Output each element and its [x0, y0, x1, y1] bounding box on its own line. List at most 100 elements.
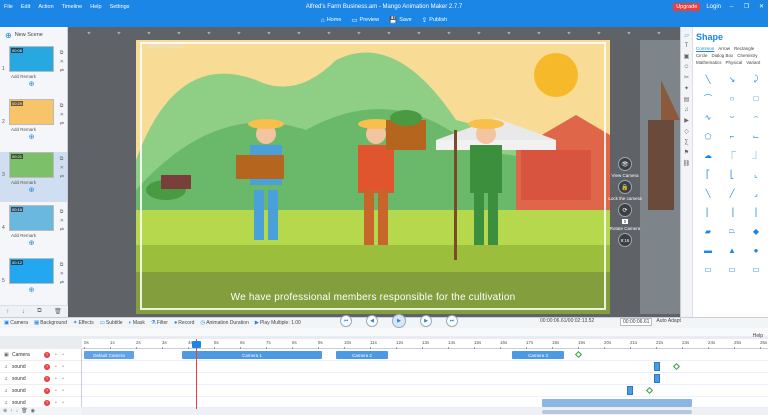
polygon-shape[interactable]: ⬠	[698, 128, 718, 144]
scene-remark[interactable]: Add Remark	[9, 233, 67, 238]
scene-thumbnail[interactable]: 00:06	[9, 46, 54, 72]
transition-icon[interactable]: ⇄	[60, 174, 64, 180]
camera-clip[interactable]: Camera 1	[182, 351, 322, 359]
menu-file[interactable]: File	[4, 4, 13, 10]
scene-item[interactable]: 2 00:29 Add Remark ⊕ ⧉ ✕ ⇄	[0, 99, 67, 149]
diamond-shape[interactable]: ◆	[746, 223, 766, 239]
transition-icon[interactable]: ⇄	[60, 227, 64, 233]
cloud-shape[interactable]: ☁	[698, 147, 718, 163]
curve-shape[interactable]: ⌒	[698, 90, 718, 106]
view-camera-icon[interactable]: 👁	[618, 157, 632, 171]
menu-help[interactable]: Help	[90, 4, 101, 10]
effects-tool[interactable]: ✦ Effects	[73, 320, 94, 326]
connector-shape[interactable]: ⎾	[722, 147, 742, 163]
login-button[interactable]: Login	[706, 4, 721, 10]
add-track-icon[interactable]: ⊕	[3, 408, 7, 414]
subtitle-tool[interactable]: ▭ Subtitle	[100, 320, 123, 326]
menu-timeline[interactable]: Timeline	[62, 4, 83, 10]
scene-delete-icon[interactable]: 🗑	[54, 308, 62, 315]
scene-thumbnail[interactable]: 00:16	[9, 205, 54, 231]
scene-thumbnail[interactable]: 00:21	[9, 152, 54, 178]
flag-icon[interactable]: ⚑	[684, 149, 689, 156]
step-back-icon[interactable]: ◀	[366, 315, 378, 327]
tab-chemistry[interactable]: Chemistry	[737, 53, 757, 58]
help-icon[interactable]: ?	[44, 375, 50, 382]
add-scene-icon[interactable]: ⊕	[9, 80, 54, 88]
track-options-icon[interactable]: • •	[55, 352, 66, 358]
track-options-icon[interactable]: • •	[55, 400, 66, 406]
connector-shape[interactable]: ⎡	[698, 166, 718, 182]
scene-stage[interactable]: We have professional members responsible…	[136, 40, 610, 314]
aspect-ratio-button[interactable]: 9:16	[618, 233, 632, 247]
default-camera-clip[interactable]: Default Camera	[84, 351, 134, 359]
scene-item[interactable]: 1 00:06 Add Remark ⊕ ⧉ ✕ ⇄	[0, 46, 67, 96]
sound-clip[interactable]	[654, 374, 660, 383]
bracket-shape[interactable]: ⎥	[722, 204, 742, 220]
sound-clip[interactable]	[627, 386, 633, 395]
scene-remark[interactable]: Add Remark	[9, 127, 67, 132]
delete-icon[interactable]: ✕	[60, 112, 64, 118]
prop-icon[interactable]: ✂	[684, 74, 689, 81]
new-scene-button[interactable]: ⊕ New Scene	[0, 27, 67, 43]
delete-icon[interactable]: ✕	[60, 271, 64, 277]
rectangle-shape[interactable]: ▭	[746, 261, 766, 277]
delete-track-icon[interactable]: 🗑	[21, 408, 27, 414]
camera-clip[interactable]: Camera 3	[512, 351, 564, 359]
auto-adapt-button[interactable]: Auto Adapt	[656, 318, 680, 326]
delete-icon[interactable]: ✕	[60, 59, 64, 65]
scene-remark[interactable]: Add Remark	[9, 74, 67, 79]
save-button[interactable]: 💾 Save	[389, 16, 412, 24]
transition-icon[interactable]: ⇄	[60, 121, 64, 127]
help-icon[interactable]: ?	[44, 351, 50, 358]
scene-thumbnail[interactable]: 00:29	[9, 99, 54, 125]
background-tool[interactable]: ▦ Background	[34, 320, 67, 326]
triangle-shape[interactable]: ▲	[722, 242, 742, 258]
chart-icon[interactable]: ▤	[684, 96, 690, 103]
add-scene-icon[interactable]: ⊕	[9, 286, 54, 294]
tab-dialog-box[interactable]: Dialog Box	[712, 53, 734, 58]
scene-copy-icon[interactable]: ⧉	[37, 308, 41, 315]
sound-clip[interactable]	[654, 362, 660, 371]
rectangle-shape[interactable]: ▭	[698, 261, 718, 277]
close-icon[interactable]: ✕	[757, 3, 766, 10]
track-options-icon[interactable]: • •	[55, 388, 66, 394]
scrollbar-thumb[interactable]	[542, 410, 692, 414]
scene-down-icon[interactable]: ↓	[22, 309, 25, 315]
arrow-shape[interactable]: ⤸	[746, 71, 766, 87]
bracket-shape[interactable]: ⎢	[698, 204, 718, 220]
copy-icon[interactable]: ⧉	[60, 156, 64, 162]
scene-item[interactable]: 3 00:21 Add Remark ⊕ ⧉ ✕ ⇄	[0, 152, 67, 202]
upgrade-button[interactable]: Upgrade	[673, 2, 701, 11]
move-up-icon[interactable]: ↑	[10, 408, 13, 414]
curve-shape[interactable]: ⌢	[746, 109, 766, 125]
connector-shape[interactable]: ⏌	[746, 147, 766, 163]
tab-mathematics[interactable]: Mathematics	[696, 60, 722, 65]
play-multiple-tool[interactable]: ▶ Play Multiple: 1.00	[255, 320, 301, 326]
rectangle-shape[interactable]: ▬	[698, 242, 718, 258]
maximize-icon[interactable]: ❐	[742, 3, 751, 10]
circle-shape[interactable]: ○	[722, 90, 742, 106]
scene-up-icon[interactable]: ↑	[6, 309, 9, 315]
play-icon[interactable]: ▶	[392, 314, 406, 328]
copy-icon[interactable]: ⧉	[60, 262, 64, 268]
scene-remark[interactable]: Add Remark	[9, 180, 67, 185]
timeline-ruler[interactable]: 0s 1s 2s 3s 4s 5s 6s 7s 8s 9s 10s 11s 12s 13s 14s 15s 16…	[82, 339, 768, 350]
home-button[interactable]: ⌂ Home	[321, 17, 342, 24]
copy-icon[interactable]: ⧉	[60, 50, 64, 56]
tab-circle[interactable]: Circle	[696, 53, 708, 58]
shape-icon[interactable]: ▱	[684, 32, 689, 39]
move-down-icon[interactable]: ↓	[16, 408, 19, 414]
add-scene-icon[interactable]: ⊕	[9, 239, 54, 247]
link-icon[interactable]: ⛓	[683, 160, 691, 167]
playhead-handle[interactable]	[192, 341, 201, 348]
scene-item[interactable]: 5 00:12 ⊕ ⧉ ✕ ⇄	[0, 258, 67, 308]
keyframe-icon[interactable]	[574, 350, 583, 359]
delete-icon[interactable]: ✕	[60, 165, 64, 171]
bracket-shape[interactable]: ⎪	[746, 204, 766, 220]
bracket-shape[interactable]: ⌐	[722, 128, 742, 144]
menu-action[interactable]: Action	[38, 4, 53, 10]
circle-shape[interactable]: ●	[746, 242, 766, 258]
track-options-icon[interactable]: • •	[55, 376, 66, 382]
keyframe-icon[interactable]	[645, 386, 654, 395]
video-icon[interactable]: ▶	[684, 117, 689, 124]
